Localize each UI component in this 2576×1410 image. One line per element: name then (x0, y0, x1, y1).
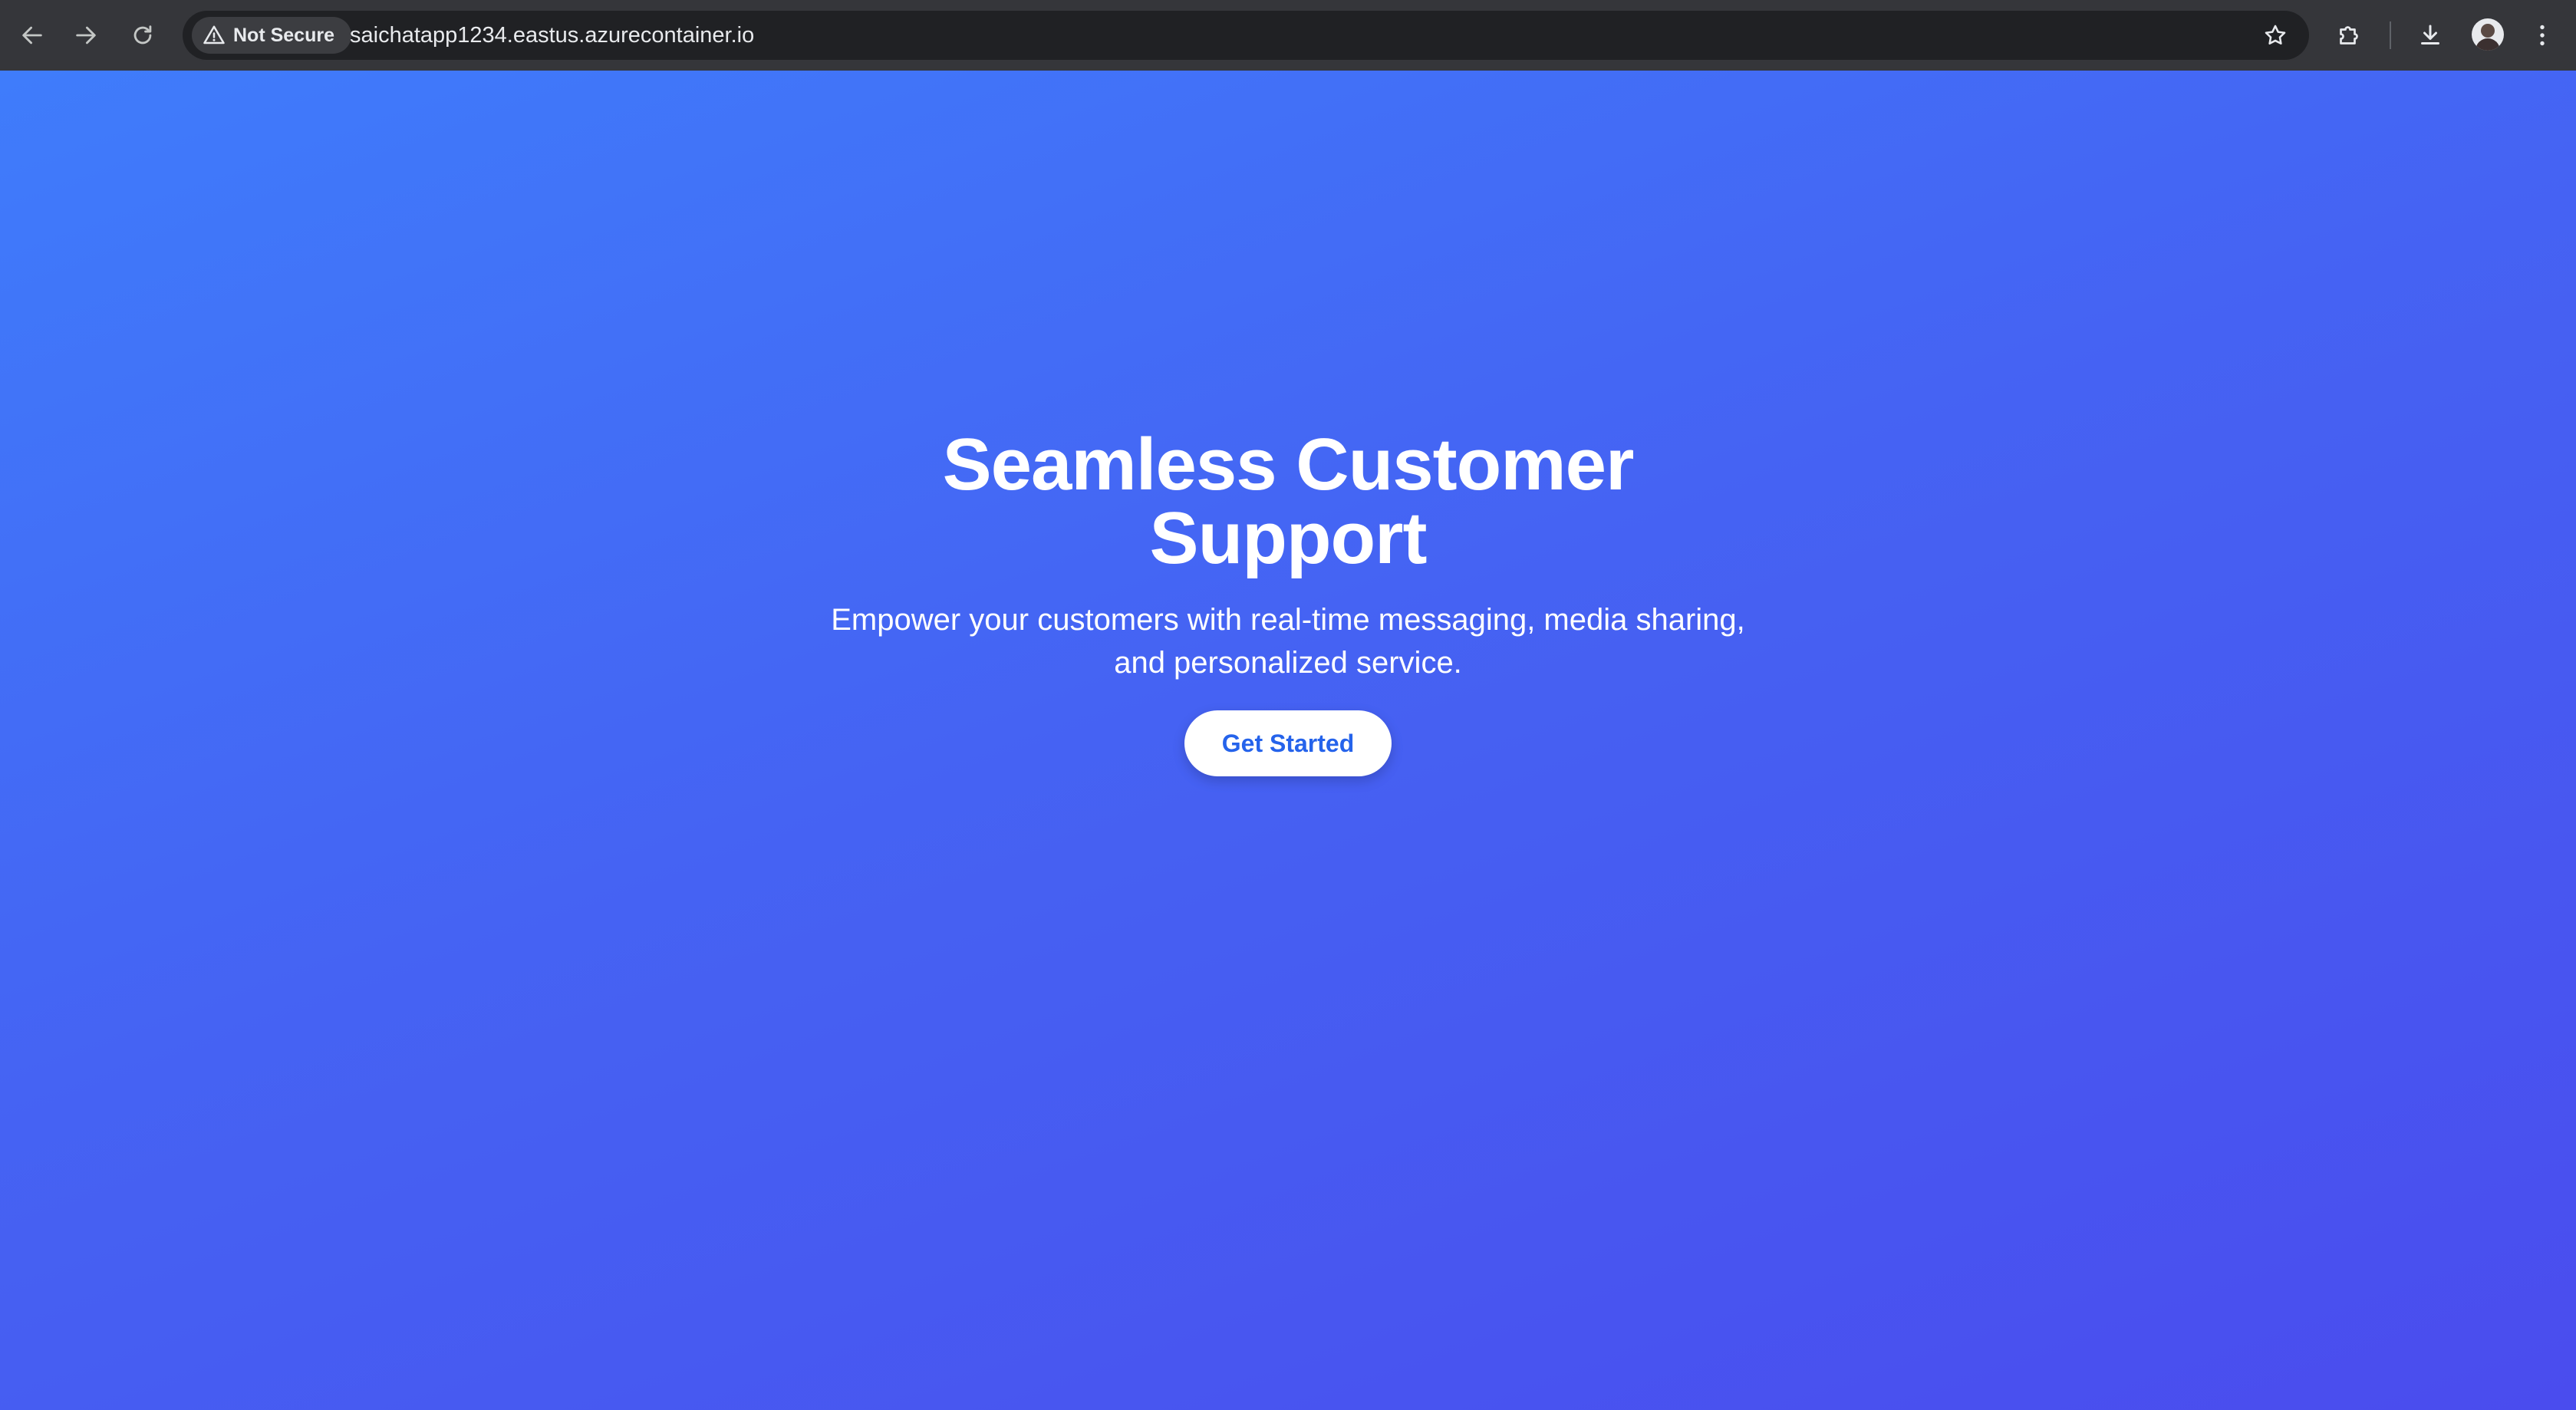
hero-section: Seamless Customer Support Empower your c… (0, 0, 2576, 1272)
hero-title: Seamless Customer Support (942, 423, 1635, 579)
get-started-button[interactable]: Get Started (1184, 710, 1392, 776)
page-viewport: Seamless Customer Support Empower your c… (0, 71, 2576, 1410)
hero-subtitle: Empower your customers with real-time me… (831, 603, 1745, 680)
